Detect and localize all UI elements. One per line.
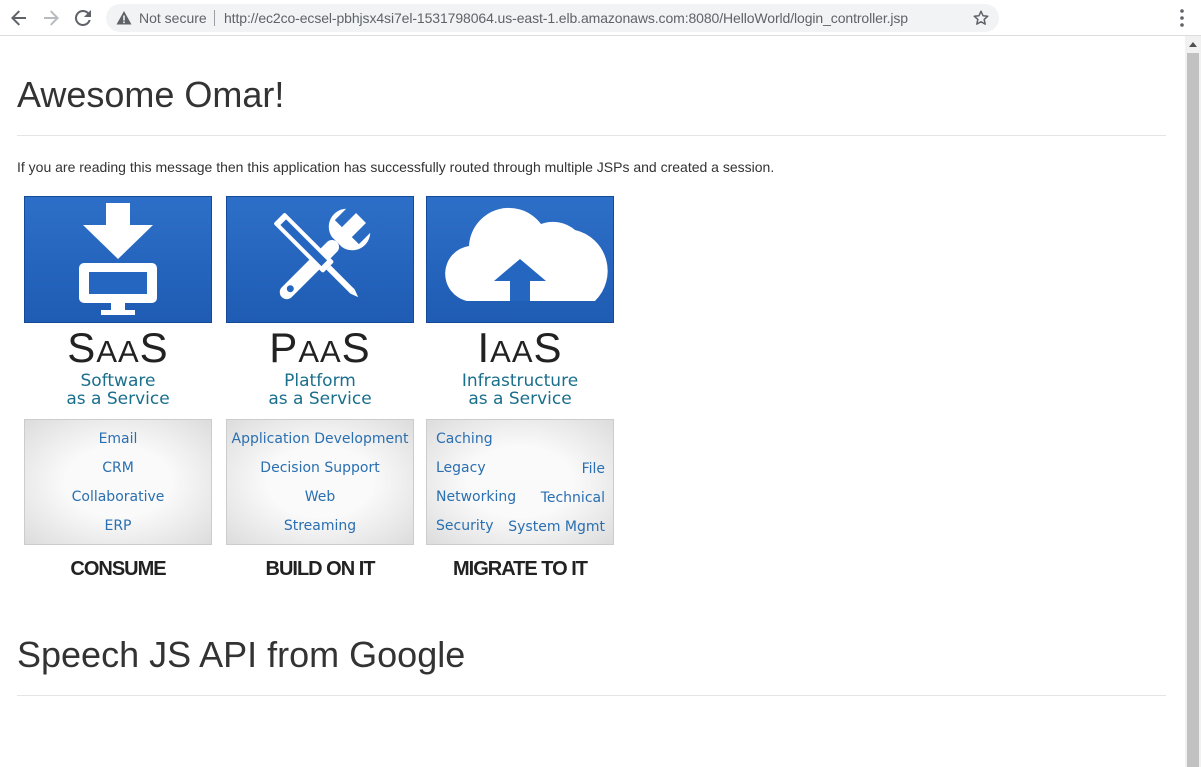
arrow-left-icon (11, 10, 26, 26)
browser-toolbar: Not secure http://ec2co-ecsel-pbhjsx4si7… (0, 0, 1201, 36)
security-label[interactable]: Not secure (139, 10, 207, 26)
divider (17, 695, 1166, 696)
feature-item: Networking (436, 489, 517, 505)
iaas-subtitle: Infrastructure as a Service (426, 372, 614, 408)
back-button[interactable] (7, 6, 31, 30)
paas-features-box: Application Development Decision Support… (226, 419, 414, 545)
subtitle-line: as a Service (268, 389, 372, 409)
vertical-scrollbar[interactable] (1185, 36, 1201, 767)
saas-acronym: SAAS (24, 327, 212, 373)
feature-item: Application Development (231, 431, 409, 447)
paas-verb: BUILD ON IT (265, 558, 376, 580)
page-title: Awesome Omar! (17, 74, 285, 115)
more-vert-icon[interactable] (1172, 8, 1192, 28)
forward-button[interactable] (39, 6, 63, 30)
subtitle-line: Software (80, 371, 156, 391)
feature-item: Decision Support (260, 460, 380, 476)
feature-item: Collaborative (71, 489, 165, 505)
paas-tile (226, 196, 414, 323)
feature-item: Streaming (283, 518, 357, 534)
feature-item: Email (98, 431, 138, 447)
feature-item: System Mgmt (508, 519, 605, 535)
feature-item: Caching (436, 431, 493, 447)
feature-item: Security (436, 518, 494, 534)
feature-item: Legacy (436, 460, 486, 476)
success-message: If you are reading this message then thi… (17, 159, 775, 175)
subtitle-line: Infrastructure (461, 371, 579, 391)
cloud-upload-icon (445, 207, 608, 301)
reload-button[interactable] (71, 6, 95, 30)
iaas-verb: MIGRATE TO IT (452, 558, 588, 580)
acronym-letter: S (533, 324, 563, 371)
saas-tile (24, 196, 212, 323)
feature-item: Web (304, 489, 336, 505)
acronym-letter: S (139, 324, 169, 371)
arrow-right-icon (44, 10, 59, 26)
saas-subtitle: Software as a Service (24, 372, 212, 408)
warning-icon (116, 11, 132, 25)
iaas-acronym: IAAS (426, 327, 614, 373)
subtitle-line: as a Service (468, 389, 572, 409)
url-text[interactable]: http://ec2co-ecsel-pbhjsx4si7el-15317980… (224, 10, 908, 26)
acronym-small: AA (96, 334, 140, 369)
download-monitor-icon (79, 203, 157, 315)
wrench-screwdriver-icon (274, 208, 371, 300)
reload-icon (75, 10, 91, 26)
acronym-letter: S (67, 324, 97, 371)
acronym-letter: I (477, 324, 491, 371)
acronym-letter: S (341, 324, 371, 371)
subtitle-line: Platform (284, 371, 356, 391)
feature-item: CRM (102, 460, 134, 476)
paas-acronym: PAAS (226, 327, 414, 373)
iaas-tile (426, 196, 614, 323)
acronym-letter: P (269, 324, 299, 371)
acronym-small: AA (490, 334, 534, 369)
feature-item: File (581, 461, 605, 477)
divider (17, 135, 1166, 136)
subtitle-line: as a Service (66, 389, 170, 409)
saas-verb: CONSUME (70, 558, 166, 580)
scroll-up-button[interactable] (1185, 36, 1201, 53)
iaas-features-box: Caching Legacy File Networking Technical… (426, 419, 614, 545)
scrollbar-thumb[interactable] (1187, 53, 1199, 767)
feature-item: ERP (104, 518, 132, 534)
address-bar[interactable]: Not secure http://ec2co-ecsel-pbhjsx4si7… (106, 4, 999, 32)
bookmark-star-icon[interactable] (972, 9, 990, 27)
feature-item: Technical (540, 490, 605, 506)
page-content: Awesome Omar! If you are reading this me… (0, 36, 1185, 767)
paas-subtitle: Platform as a Service (226, 372, 414, 408)
triangle-up-icon (1189, 42, 1197, 47)
omnibox-divider (214, 10, 215, 26)
saas-features-box: Email CRM Collaborative ERP (24, 419, 212, 545)
section-heading: Speech JS API from Google (17, 634, 466, 675)
acronym-small: AA (298, 334, 342, 369)
